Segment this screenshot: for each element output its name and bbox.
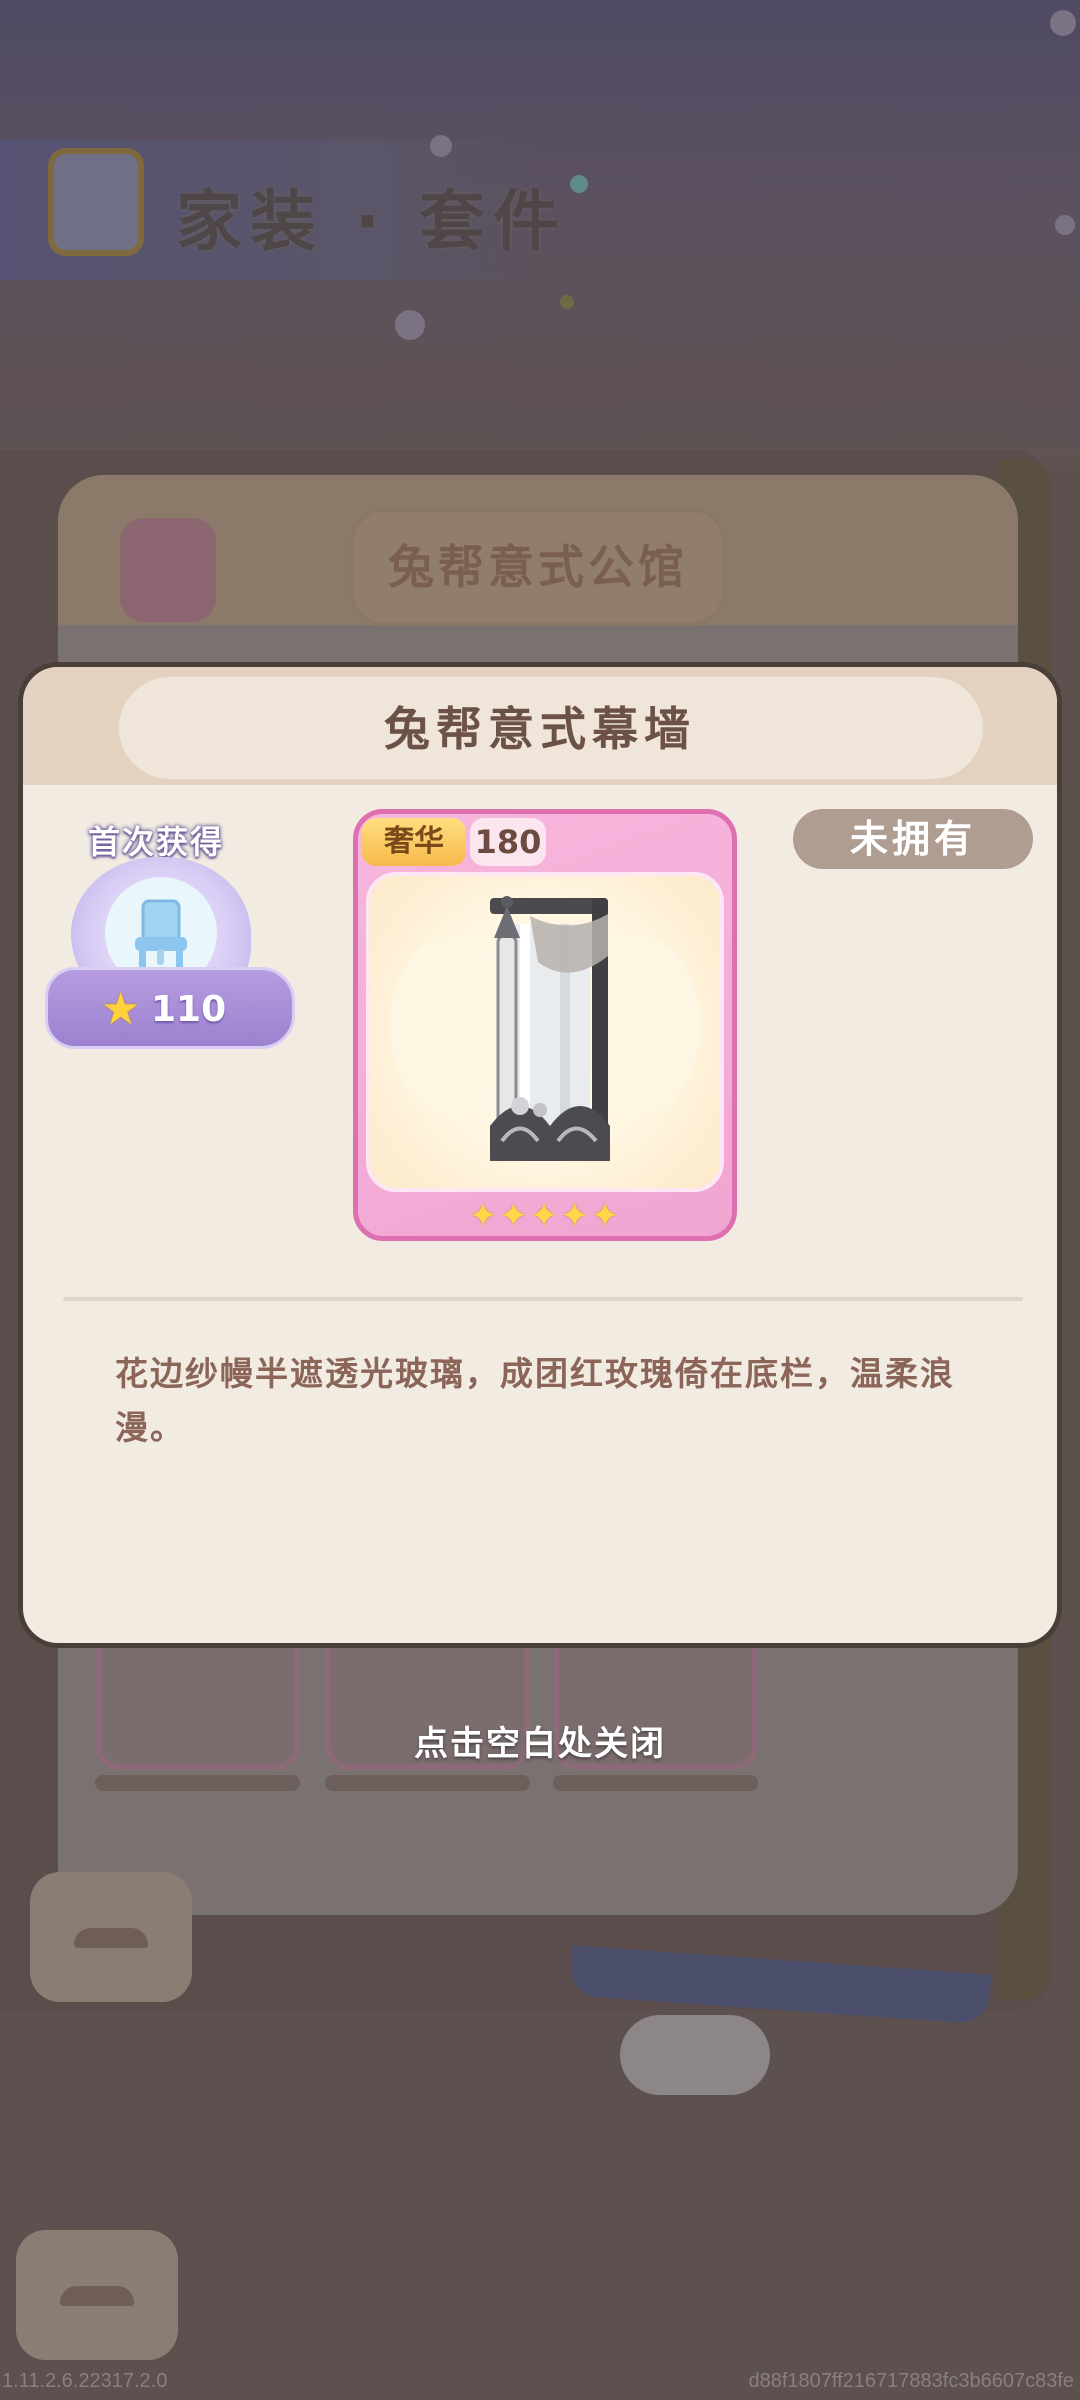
sparkle-icon: [430, 135, 452, 157]
curtain-wall-image: [390, 896, 700, 1161]
gift-box-icon: [120, 518, 216, 622]
star-icon: ★: [101, 984, 141, 1035]
comfort-value: 180: [470, 818, 546, 866]
sparkle-icon: [560, 295, 574, 309]
ownership-status-badge: 未拥有: [793, 809, 1033, 869]
item-description: 花边纱幔半遮透光玻璃，成团红玫瑰倚在底栏，温柔浪漫。: [115, 1354, 955, 1447]
sparkle-icon: [1055, 215, 1075, 235]
tap-to-close-hint[interactable]: 点击空白处关闭: [0, 1716, 1080, 1765]
background-card-label: [553, 1775, 758, 1791]
arrow-up-icon: [74, 1928, 148, 1948]
divider: [63, 1297, 1023, 1301]
background-card-label: [95, 1775, 300, 1791]
item-card: 奢华 180 ✦✦✦✦✦: [353, 809, 737, 1241]
star-rating: ✦✦✦✦✦: [468, 1196, 622, 1236]
item-detail-dialog[interactable]: 兔帮意式幕墙 首次获得 ★ 110 奢华 180 ✦✦✦✦✦ 未拥有 花边纱幔半…: [18, 662, 1062, 1648]
sparkle-icon: [570, 175, 588, 193]
version-label: 1.11.2.6.22317.2.0: [2, 2370, 168, 2392]
background-side-button: [16, 2230, 178, 2360]
sparkle-icon: [1050, 10, 1076, 36]
sparkle-icon: [395, 310, 425, 340]
reward-amount: 110: [151, 989, 227, 1030]
device-hash-label: d88f1807ff216717883fc3b6607c83fe: [748, 2370, 1075, 2392]
arrow-up-icon: [60, 2286, 134, 2306]
background-side-button: [30, 1872, 192, 2002]
dialog-title: 兔帮意式幕墙: [384, 702, 696, 756]
rarity-tag: 奢华: [362, 818, 466, 866]
home-decor-icon: [48, 148, 144, 256]
bone-icon: [620, 2015, 770, 2095]
item-image-frame: [366, 872, 724, 1192]
dialog-header: 兔帮意式幕墙: [23, 667, 1057, 785]
background-header-title: 家装 · 套件: [176, 183, 568, 260]
background-tab-title: 兔帮意式公馆: [350, 508, 726, 626]
background-card-label: [325, 1775, 530, 1791]
